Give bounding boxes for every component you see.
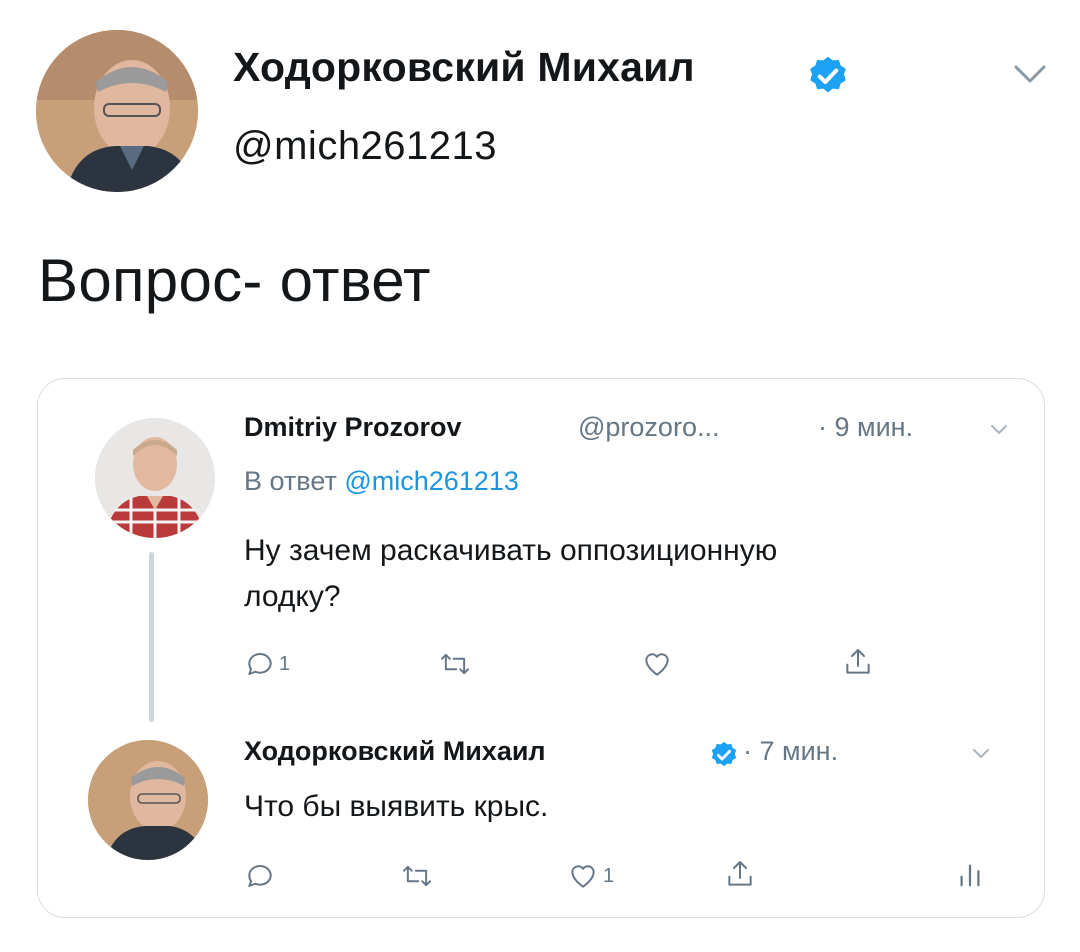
answer-reply-button[interactable]: [244, 858, 279, 894]
answer-share-button[interactable]: [724, 856, 759, 892]
share-icon: [846, 649, 870, 674]
reply-author-avatar-image: [95, 418, 215, 538]
answer-analytics-button[interactable]: [956, 856, 987, 892]
answer-timestamp[interactable]: · 7 мин.: [743, 736, 838, 767]
author-avatar-image: [36, 30, 198, 192]
like-icon: [571, 865, 595, 888]
reply-author-name[interactable]: Dmitriy Prozorov: [244, 412, 462, 443]
reply-share-button[interactable]: [842, 644, 877, 680]
answer-author-name[interactable]: Ходорковский Михаил: [244, 736, 546, 767]
thread-connector-line: [149, 552, 154, 722]
reply-reply-button[interactable]: 1: [244, 646, 290, 682]
answer-retweet-button[interactable]: [400, 858, 437, 894]
reply-reply-count: 1: [279, 652, 291, 675]
reply-author-avatar[interactable]: [95, 418, 215, 538]
reply-icon: [248, 865, 272, 887]
answer-author-avatar-image: [88, 740, 208, 860]
tweet-text: Вопрос- ответ: [38, 247, 431, 314]
share-icon: [728, 861, 752, 886]
reply-text: Ну зачем раскачивать оппозиционную лодку…: [244, 528, 777, 620]
answer-like-button[interactable]: 1: [566, 858, 614, 894]
reply-chevron-down-icon[interactable]: [990, 424, 1008, 436]
author-name[interactable]: Ходорковский Михаил: [233, 44, 695, 91]
answer-verified-badge-icon: [711, 741, 737, 767]
answer-author-avatar[interactable]: [88, 740, 208, 860]
like-icon: [645, 653, 669, 676]
analytics-icon: [960, 864, 980, 887]
reply-like-button[interactable]: [640, 646, 677, 682]
retweet-icon: [440, 653, 470, 675]
author-handle[interactable]: @mich261213: [233, 124, 497, 169]
reply-to-prefix: В ответ: [244, 466, 337, 496]
reply-text-line-2: лодку?: [244, 580, 341, 613]
reply-to-line: В ответ @mich261213: [244, 466, 519, 497]
chevron-down-icon[interactable]: [1012, 62, 1048, 86]
reply-retweet-button[interactable]: [438, 646, 475, 682]
verified-badge-icon: [810, 56, 846, 93]
reply-author-handle[interactable]: @prozoro...: [578, 412, 719, 443]
reply-icon: [248, 653, 272, 675]
answer-like-count: 1: [603, 864, 615, 887]
reply-to-handle-link[interactable]: @mich261213: [344, 466, 519, 496]
reply-timestamp[interactable]: · 9 мин.: [818, 412, 913, 443]
answer-chevron-down-icon[interactable]: [972, 748, 990, 760]
reply-text-line-1: Ну зачем раскачивать оппозиционную: [244, 534, 778, 567]
retweet-icon: [402, 865, 432, 887]
answer-text: Что бы выявить крыс.: [244, 790, 549, 823]
author-avatar[interactable]: [36, 30, 198, 192]
